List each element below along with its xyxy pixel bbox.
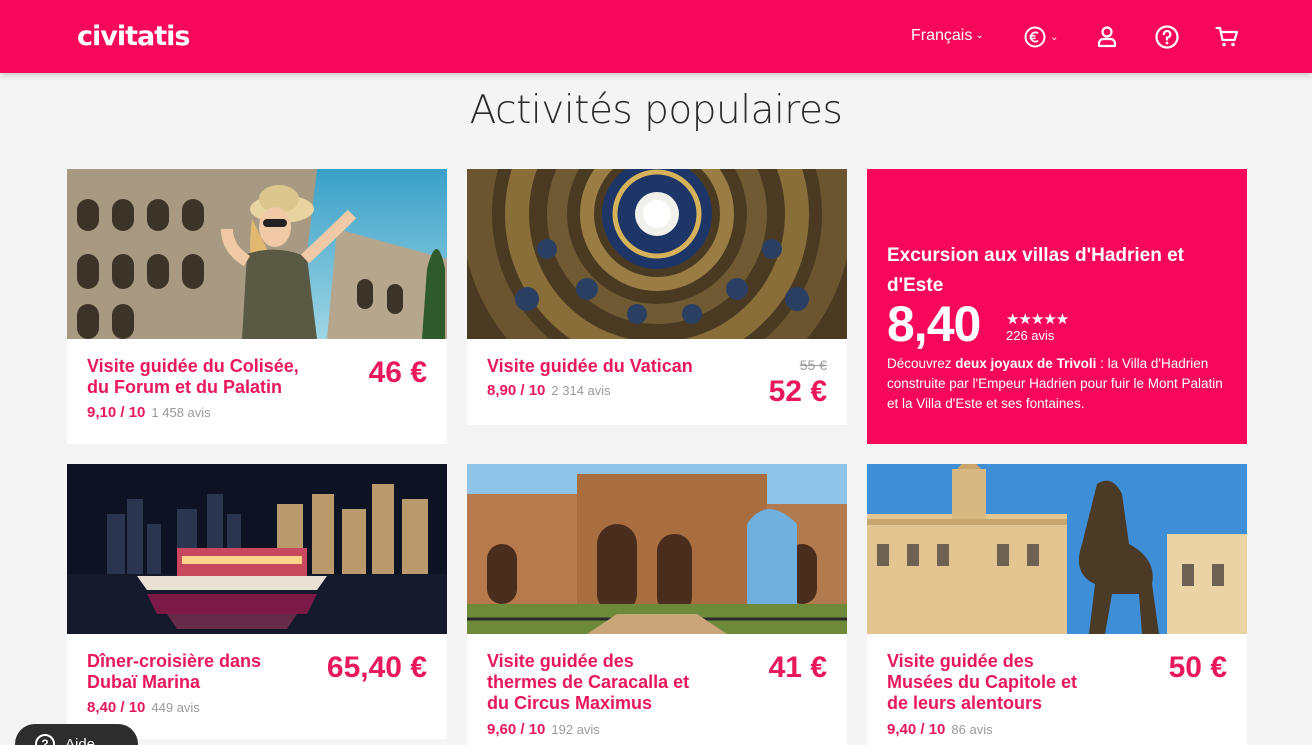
activity-price: 41 € <box>768 651 827 684</box>
review-count: 2 314 avis <box>551 383 611 398</box>
activity-card-dubai[interactable]: Dîner-croisière dans Dubaï Marina 65,40 … <box>67 464 447 739</box>
activity-rating: 9,10 / 10 1 458 avis <box>87 404 211 421</box>
caracalla-baths-photo <box>467 464 847 634</box>
review-count: 1 458 avis <box>151 405 211 420</box>
activity-title[interactable]: Visite guidée des thermes de Caracalla e… <box>487 651 689 714</box>
old-price: 55 € <box>799 357 827 373</box>
top-navigation-bar: civitatis Français ⌄ ⌄ <box>0 0 1312 73</box>
activity-rating: 8,40 / 10 449 avis <box>87 699 200 716</box>
activity-rating: 9,60 / 10 192 avis <box>487 721 600 738</box>
activity-title[interactable]: Visite guidée du Colisée, du Forum et du… <box>87 356 299 398</box>
colosseum-photo <box>67 169 447 339</box>
review-count: 226 avis <box>1006 328 1055 343</box>
language-selector[interactable]: Français ⌄ <box>911 27 984 45</box>
activity-title[interactable]: Visite guidée des Musées du Capitole et … <box>887 651 1077 714</box>
activity-title[interactable]: Dîner-croisière dans Dubaï Marina <box>87 651 261 693</box>
help-button[interactable]: ? Aide <box>15 724 138 745</box>
review-count: 86 avis <box>951 722 993 737</box>
activity-rating: 9,40 / 10 86 avis <box>887 721 993 738</box>
activity-card-capitole[interactable]: Visite guidée des Musées du Capitole et … <box>867 464 1247 745</box>
featured-promo-card[interactable]: Excursion aux villas d'Hadrien et d'Este… <box>867 169 1247 444</box>
activity-card-colisee[interactable]: Visite guidée du Colisée, du Forum et du… <box>67 169 447 444</box>
promo-title[interactable]: Excursion aux villas d'Hadrien et d'Este <box>887 241 1227 301</box>
civitatis-logo[interactable]: civitatis <box>77 21 190 52</box>
help-icon[interactable] <box>1154 24 1180 50</box>
promo-score: 8,40 <box>887 296 981 352</box>
help-label: Aide <box>65 735 96 745</box>
chevron-down-icon: ⌄ <box>975 30 984 41</box>
review-count: 192 avis <box>551 722 600 737</box>
chevron-down-icon: ⌄ <box>1050 31 1059 43</box>
capitoline-museums-photo <box>867 464 1247 634</box>
cart-icon[interactable] <box>1214 24 1240 50</box>
promo-description: Découvrez deux joyaux de Trivoli : la Vi… <box>887 356 1223 411</box>
euro-icon <box>1024 26 1046 48</box>
activity-rating: 8,90 / 10 2 314 avis <box>487 382 611 399</box>
currency-selector[interactable]: ⌄ <box>1024 25 1058 49</box>
review-count: 449 avis <box>151 700 200 715</box>
user-icon[interactable] <box>1094 24 1120 50</box>
activity-card-vatican[interactable]: Visite guidée du Vatican 55 € 52 € 8,90 … <box>467 169 847 425</box>
rating-stars: ★★★★★ <box>1006 311 1069 328</box>
dubai-marina-photo <box>67 464 447 634</box>
vatican-dome-photo <box>467 169 847 339</box>
language-label: Français <box>911 27 973 44</box>
activity-price: 52 € <box>768 375 827 408</box>
activity-price: 65,40 € <box>326 651 427 684</box>
question-icon: ? <box>35 734 55 745</box>
activity-card-caracalla[interactable]: Visite guidée des thermes de Caracalla e… <box>467 464 847 745</box>
activity-price: 46 € <box>368 356 427 389</box>
activity-price: 50 € <box>1168 651 1227 684</box>
page-title: Activités populaires <box>469 88 843 133</box>
activity-title[interactable]: Visite guidée du Vatican <box>487 356 693 377</box>
